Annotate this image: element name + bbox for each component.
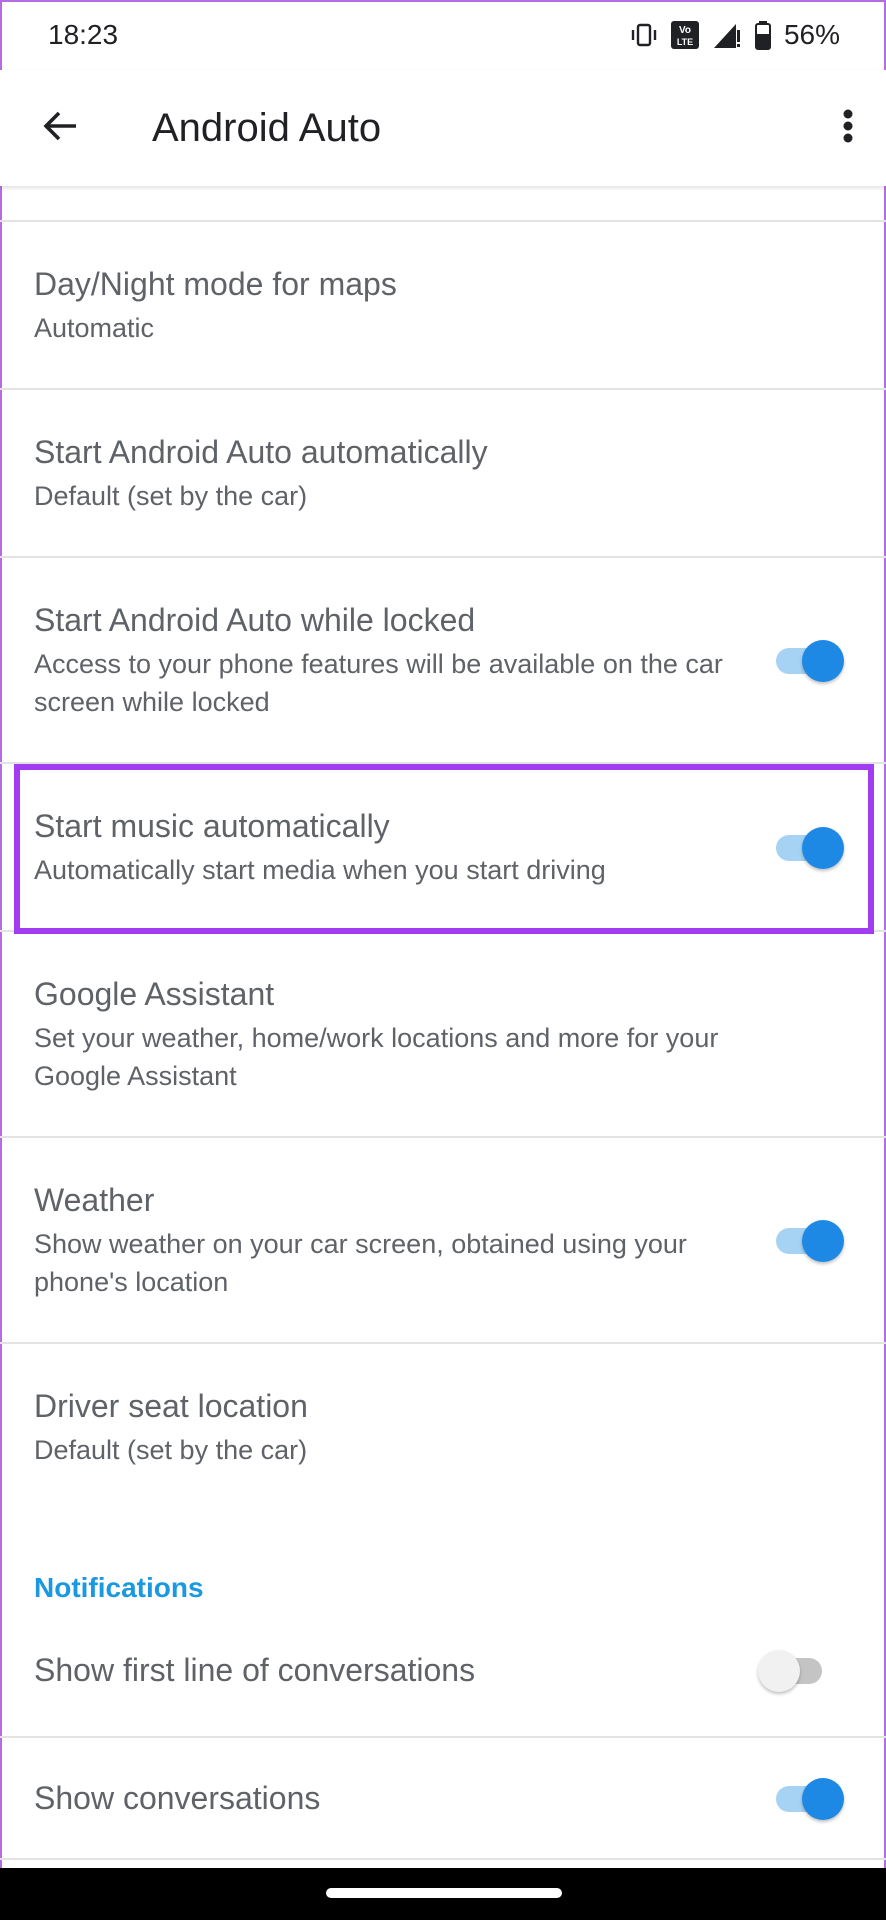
setting-subtitle: Automatic — [34, 313, 155, 343]
status-time: 18:23 — [48, 19, 119, 50]
settings-list: Day/Night mode for maps Automatic Start … — [0, 186, 886, 1860]
setting-title: Day/Night mode for maps — [34, 266, 397, 302]
setting-title: Start Android Auto automatically — [34, 434, 488, 470]
battery-percent: 56% — [783, 19, 840, 50]
start-while-locked-toggle[interactable] — [772, 636, 844, 684]
setting-title: Start music automatically — [34, 808, 390, 844]
setting-weather[interactable]: Weather Show weather on your car screen,… — [0, 1138, 886, 1342]
setting-start-automatically[interactable]: Start Android Auto automatically Default… — [0, 390, 886, 556]
start-music-toggle[interactable] — [772, 823, 844, 871]
page-title: Android Auto — [152, 105, 382, 150]
svg-text:Vo: Vo — [679, 25, 691, 36]
battery-icon — [754, 20, 772, 50]
setting-title: Start Android Auto while locked — [34, 602, 476, 638]
home-gesture-handle[interactable] — [326, 1888, 562, 1898]
setting-start-music[interactable]: Start music automatically Automatically … — [0, 764, 886, 930]
setting-start-while-locked[interactable]: Start Android Auto while locked Access t… — [0, 558, 886, 762]
setting-subtitle: Default (set by the car) — [34, 1435, 308, 1465]
setting-driver-seat[interactable]: Driver seat location Default (set by the… — [0, 1344, 886, 1510]
section-header-notifications: Notifications — [34, 1572, 204, 1603]
back-button[interactable] — [28, 96, 92, 160]
navigation-bar — [0, 1868, 886, 1920]
more-vert-icon — [842, 106, 854, 151]
setting-title: Show first line of conversations — [34, 1652, 476, 1688]
setting-show-conversations[interactable]: Show conversations — [0, 1738, 886, 1858]
setting-subtitle: Set your weather, home/work locations an… — [34, 1023, 719, 1091]
show-first-line-toggle[interactable] — [758, 1646, 830, 1694]
more-options-button[interactable] — [816, 96, 880, 160]
setting-subtitle: Access to your phone features will be av… — [34, 649, 723, 717]
arrow-left-icon — [40, 106, 80, 151]
setting-title: Driver seat location — [34, 1388, 308, 1424]
app-bar: Android Auto — [0, 70, 886, 186]
signal-icon — [712, 20, 742, 50]
setting-title: Show conversations — [34, 1780, 321, 1816]
setting-subtitle: Show weather on your car screen, obtaine… — [34, 1229, 687, 1297]
divider — [0, 1858, 886, 1860]
show-conversations-toggle[interactable] — [772, 1774, 844, 1822]
setting-subtitle: Automatically start media when you start… — [34, 855, 606, 885]
weather-toggle[interactable] — [772, 1216, 844, 1264]
setting-title: Weather — [34, 1182, 155, 1218]
status-icons: Vo LTE 56% — [630, 19, 840, 51]
setting-google-assistant[interactable]: Google Assistant Set your weather, home/… — [0, 932, 886, 1136]
setting-show-first-line[interactable]: Show first line of conversations — [0, 1604, 886, 1736]
svg-text:LTE: LTE — [677, 37, 693, 47]
status-bar: 18:23 Vo LTE 56% — [0, 0, 886, 70]
setting-day-night-mode[interactable]: Day/Night mode for maps Automatic — [0, 222, 886, 388]
setting-subtitle: Default (set by the car) — [34, 481, 308, 511]
volte-icon: Vo LTE — [670, 20, 700, 50]
setting-title: Google Assistant — [34, 976, 275, 1012]
vibrate-icon — [630, 21, 658, 49]
